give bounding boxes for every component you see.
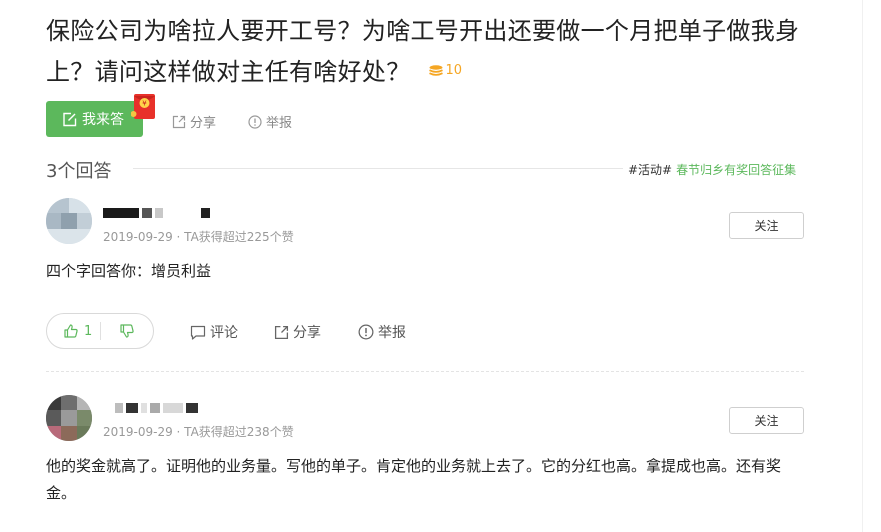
thumbs-up-icon [64,324,78,338]
share-answer-button[interactable]: 分享 [274,322,321,342]
comment-button[interactable]: 评论 [190,322,238,342]
report-label: 举报 [266,116,293,131]
upvote-button[interactable]: 1 [47,314,100,348]
edit-icon [63,112,77,126]
alert-icon [358,324,374,340]
follow-button[interactable]: 关注 [729,407,804,434]
reward-badge: 10 [428,51,463,90]
question-title: 保险公司为啥拉人要开工号？为啥工号开出还要做一个月把单子做我身上？请问这样做对主… [46,12,826,92]
report-question-button[interactable]: 举报 [248,112,292,131]
page-right-border [862,0,863,532]
upvote-count: 1 [84,323,93,339]
blurred-username[interactable] [115,403,198,413]
answer-button[interactable]: 我来答 [46,101,143,137]
share-question-button[interactable]: 分享 [172,112,216,131]
share-label: 分享 [190,116,217,131]
avatar[interactable] [46,395,92,441]
activity-tag: #活动# [628,163,673,177]
avatar[interactable] [46,198,92,244]
answer-meta: 2019-09-29 · TA获得超过225个赞 [103,230,294,244]
red-packet-icon: ¥ [131,94,155,119]
header-divider [133,168,623,169]
comment-label: 评论 [210,325,238,341]
blurred-avatar-image [46,395,92,441]
coin-icon [428,65,443,76]
question-title-text: 保险公司为啥拉人要开工号？为啥工号开出还要做一个月把单子做我身上？请问这样做对主… [46,17,800,86]
follow-button[interactable]: 关注 [729,212,804,239]
share-label: 分享 [293,325,321,341]
share-icon [274,325,289,339]
vote-control: 1 [46,313,154,349]
activity-banner: #活动# 春节归乡有奖回答征集 [628,161,796,178]
blurred-avatar-image [46,198,92,244]
activity-link[interactable]: 春节归乡有奖回答征集 [676,163,796,177]
answer-meta: 2019-09-29 · TA获得超过238个赞 [103,425,294,439]
svg-text:¥: ¥ [142,100,147,108]
report-label: 举报 [378,325,406,341]
alert-icon [248,114,262,129]
thumbs-down-icon [120,324,134,338]
answer-content: 他的奖金就高了。证明他的业务量。写他的单子。肯定他的业务就上去了。它的分红也高。… [46,457,782,502]
share-icon [172,115,186,128]
answer-divider [46,371,804,372]
answer-content: 四个字回答你：增员利益 [46,262,212,280]
report-answer-button[interactable]: 举报 [358,322,406,342]
answer-count: 3个回答 [46,161,112,182]
comment-icon [190,325,206,340]
blurred-username[interactable] [103,208,210,218]
downvote-button[interactable] [101,314,153,348]
reward-amount: 10 [445,63,463,78]
answer-button-label: 我来答 [82,112,124,128]
